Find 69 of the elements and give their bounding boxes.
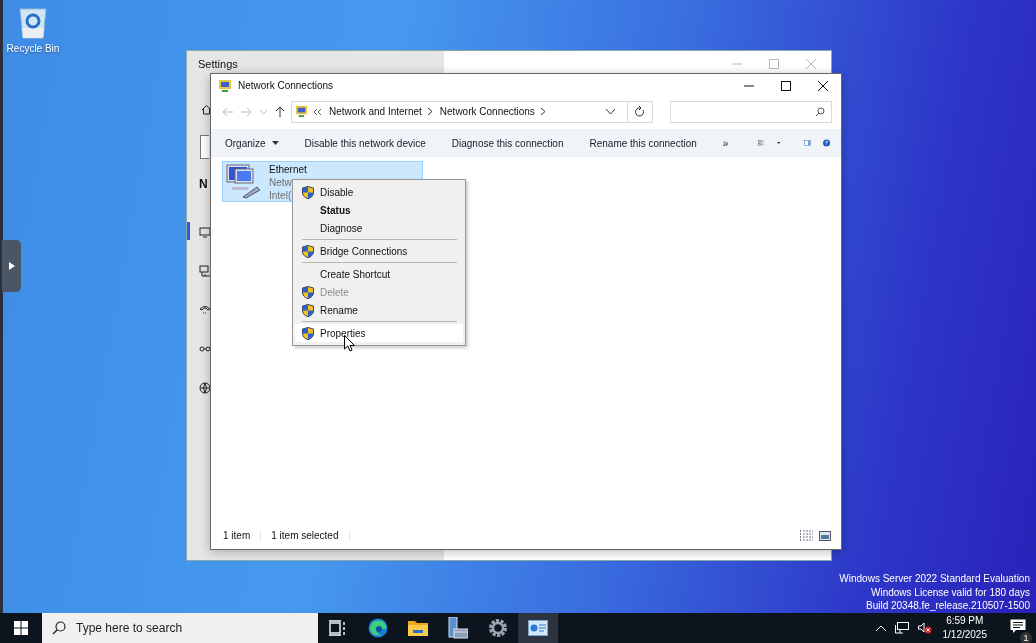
edition-text: Windows License valid for 180 days (871, 585, 1030, 599)
maximize-icon[interactable] (781, 80, 791, 91)
menu-item[interactable]: Properties (295, 324, 463, 342)
edition-text: Windows Server 2022 Standard Evaluation (839, 572, 1030, 586)
chevron-icon[interactable] (540, 108, 545, 115)
edition-text: Build 20348.fe_release.210507-1500 (865, 599, 1030, 613)
home-icon[interactable] (201, 104, 212, 115)
toolbar-button[interactable]: Disable this network device (296, 133, 434, 153)
task-view-icon (329, 620, 347, 636)
menu-item[interactable]: Bridge Connections (295, 242, 463, 260)
toolbar-button[interactable]: Rename this connection (581, 133, 705, 153)
breadcrumb-item[interactable]: Network and Internet (329, 106, 422, 117)
preview-pane-icon[interactable] (804, 138, 811, 148)
section-heading: N (199, 177, 208, 191)
breadcrumb-item[interactable]: Network Connections (439, 106, 535, 117)
window-title: Network Connections (238, 80, 334, 91)
menu-item[interactable]: Rename (295, 301, 463, 319)
address-bar[interactable]: Network and Internet Network Connections (291, 100, 653, 123)
clock[interactable]: 6:59 PM 1/12/2025 (942, 614, 987, 642)
status-text: 1 item selected (271, 530, 350, 541)
folder-icon (408, 620, 428, 636)
window-title: Settings (198, 58, 238, 70)
link-icon[interactable] (199, 343, 211, 355)
chevron-icon (314, 108, 321, 115)
globe-icon[interactable] (199, 382, 211, 394)
network-icon[interactable] (894, 622, 909, 634)
caret-icon[interactable] (776, 141, 781, 145)
network-connections-icon (295, 105, 308, 118)
taskbar-app-button[interactable] (518, 613, 558, 643)
more-commands-button[interactable]: » (714, 133, 737, 153)
control-panel-icon (528, 620, 548, 636)
dropdown-icon[interactable] (606, 109, 615, 114)
network-adapter-icon (225, 163, 261, 199)
caret-icon (271, 141, 279, 145)
network-connections-icon (218, 78, 232, 93)
search-icon (815, 106, 825, 117)
network-port-icon[interactable] (199, 265, 211, 277)
close-icon[interactable] (818, 80, 828, 91)
menu-item[interactable]: Status (295, 201, 463, 219)
up-arrow-icon[interactable] (275, 106, 285, 117)
expand-arrow-icon (8, 262, 15, 270)
menu-item[interactable]: Diagnose (295, 219, 463, 237)
phone-icon[interactable] (199, 304, 211, 316)
gear-icon (488, 618, 508, 638)
large-icons-view-icon[interactable] (819, 530, 831, 541)
adapter-detail: Netw (269, 176, 293, 189)
notification-count-badge: 1 (1020, 631, 1032, 643)
globe-monitor-icon[interactable] (199, 226, 211, 238)
organize-menu-button[interactable]: Organize (217, 133, 287, 153)
details-view-icon[interactable] (800, 530, 813, 541)
chevron-icon[interactable] (427, 108, 432, 115)
search-field[interactable] (200, 135, 209, 159)
server-icon (448, 617, 468, 639)
notifications-icon[interactable] (1010, 618, 1026, 634)
chevron-up-icon[interactable] (875, 625, 886, 631)
adapter-detail: Intel( (269, 189, 293, 202)
menu-item[interactable]: Disable (295, 183, 463, 201)
side-panel-handle[interactable] (2, 240, 21, 292)
help-icon[interactable] (822, 136, 830, 150)
status-text: 1 item (223, 530, 262, 541)
refresh-icon (635, 106, 645, 117)
menu-item[interactable]: Create Shortcut (295, 265, 463, 283)
search-icon (52, 621, 66, 635)
speaker-muted-icon[interactable] (917, 622, 932, 634)
browser-icon (368, 618, 388, 638)
windows-logo-icon (14, 621, 28, 635)
adapter-name: Ethernet (269, 163, 307, 176)
toolbar-button[interactable]: Diagnose this connection (443, 133, 572, 153)
search-field[interactable]: Type here to search (42, 613, 318, 643)
